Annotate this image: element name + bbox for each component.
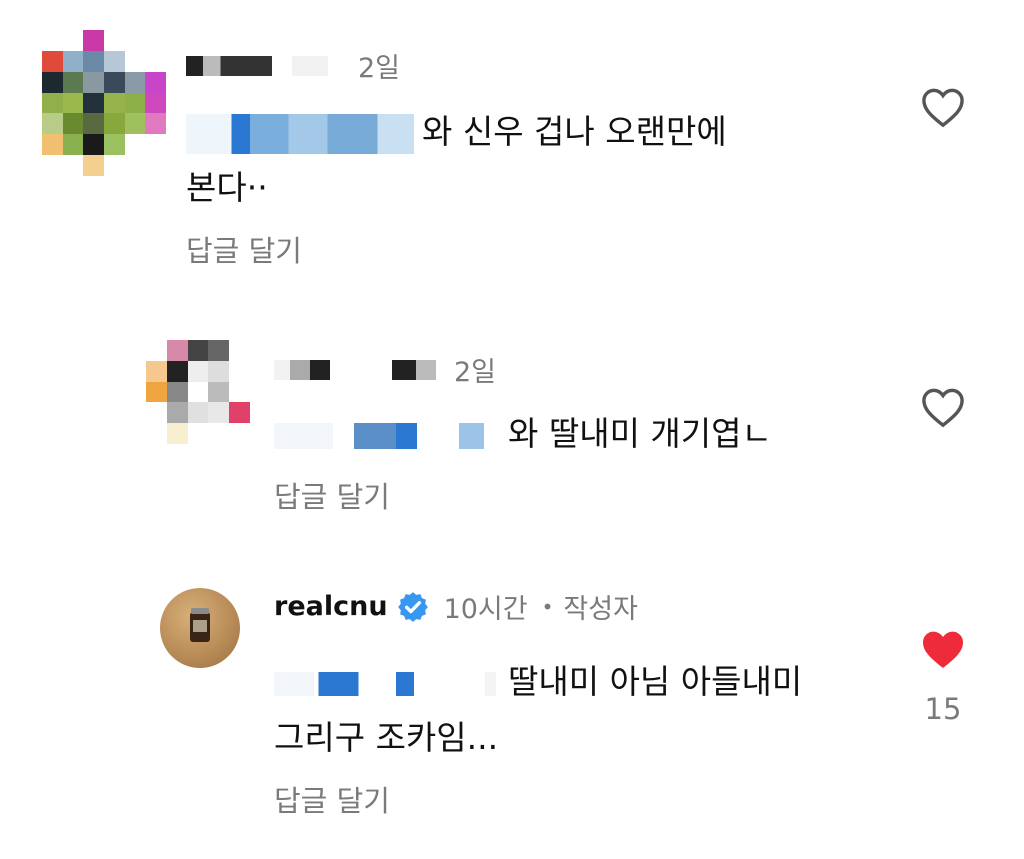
reply-button[interactable]: 답글 달기	[186, 228, 302, 270]
verified-badge-icon	[397, 591, 428, 622]
redacted-username[interactable]	[186, 55, 272, 76]
redacted-mention[interactable]	[186, 113, 414, 154]
heart-filled-icon	[923, 631, 963, 668]
redacted-mention[interactable]	[274, 422, 484, 449]
avatar[interactable]	[146, 340, 250, 444]
redacted-username-suffix	[392, 359, 436, 380]
heart-icon	[922, 88, 964, 128]
comment-timestamp: 2일	[454, 357, 497, 388]
comment-timestamp: 2일	[358, 53, 401, 84]
comment-text-line1: 딸내미 아님 아들내미	[508, 662, 803, 701]
reply-button[interactable]: 답글 달기	[274, 778, 390, 820]
username[interactable]: realcnu	[274, 591, 388, 622]
username-row: 2일	[274, 350, 496, 389]
reply-button[interactable]: 답글 달기	[274, 474, 390, 516]
redacted-mention[interactable]	[274, 671, 496, 696]
comment-text-line1: 와 딸내미 개기엽ㄴ	[508, 414, 772, 453]
username-row: realcnu 10시간 • 작성자	[274, 587, 638, 626]
comment-text-line1: 와 신우 겁나 오랜만에	[422, 112, 727, 151]
avatar[interactable]	[42, 30, 166, 176]
author-tag: 작성자	[563, 594, 638, 625]
separator-dot: •	[541, 594, 554, 619]
like-count: 15	[924, 692, 962, 726]
avatar[interactable]	[160, 588, 240, 668]
redacted-username[interactable]	[274, 359, 354, 380]
comment-text: 와 신우 겁나 오랜만에 본다··	[186, 104, 886, 216]
comment-text: 와 딸내미 개기엽ㄴ	[274, 406, 894, 462]
comment-text-line2: 그리구 조카임...	[274, 718, 499, 757]
comment-text-line2: 본다··	[186, 168, 268, 207]
comment-text: 딸내미 아님 아들내미 그리구 조카임...	[274, 654, 894, 766]
redacted-username-suffix	[292, 55, 328, 76]
comment-timestamp: 10시간	[443, 594, 528, 625]
like-button[interactable]	[918, 624, 968, 674]
jar-icon	[190, 608, 210, 642]
like-button[interactable]	[918, 382, 968, 432]
username-row: 2일	[186, 46, 400, 85]
heart-icon	[922, 388, 964, 428]
like-button[interactable]	[918, 82, 968, 132]
